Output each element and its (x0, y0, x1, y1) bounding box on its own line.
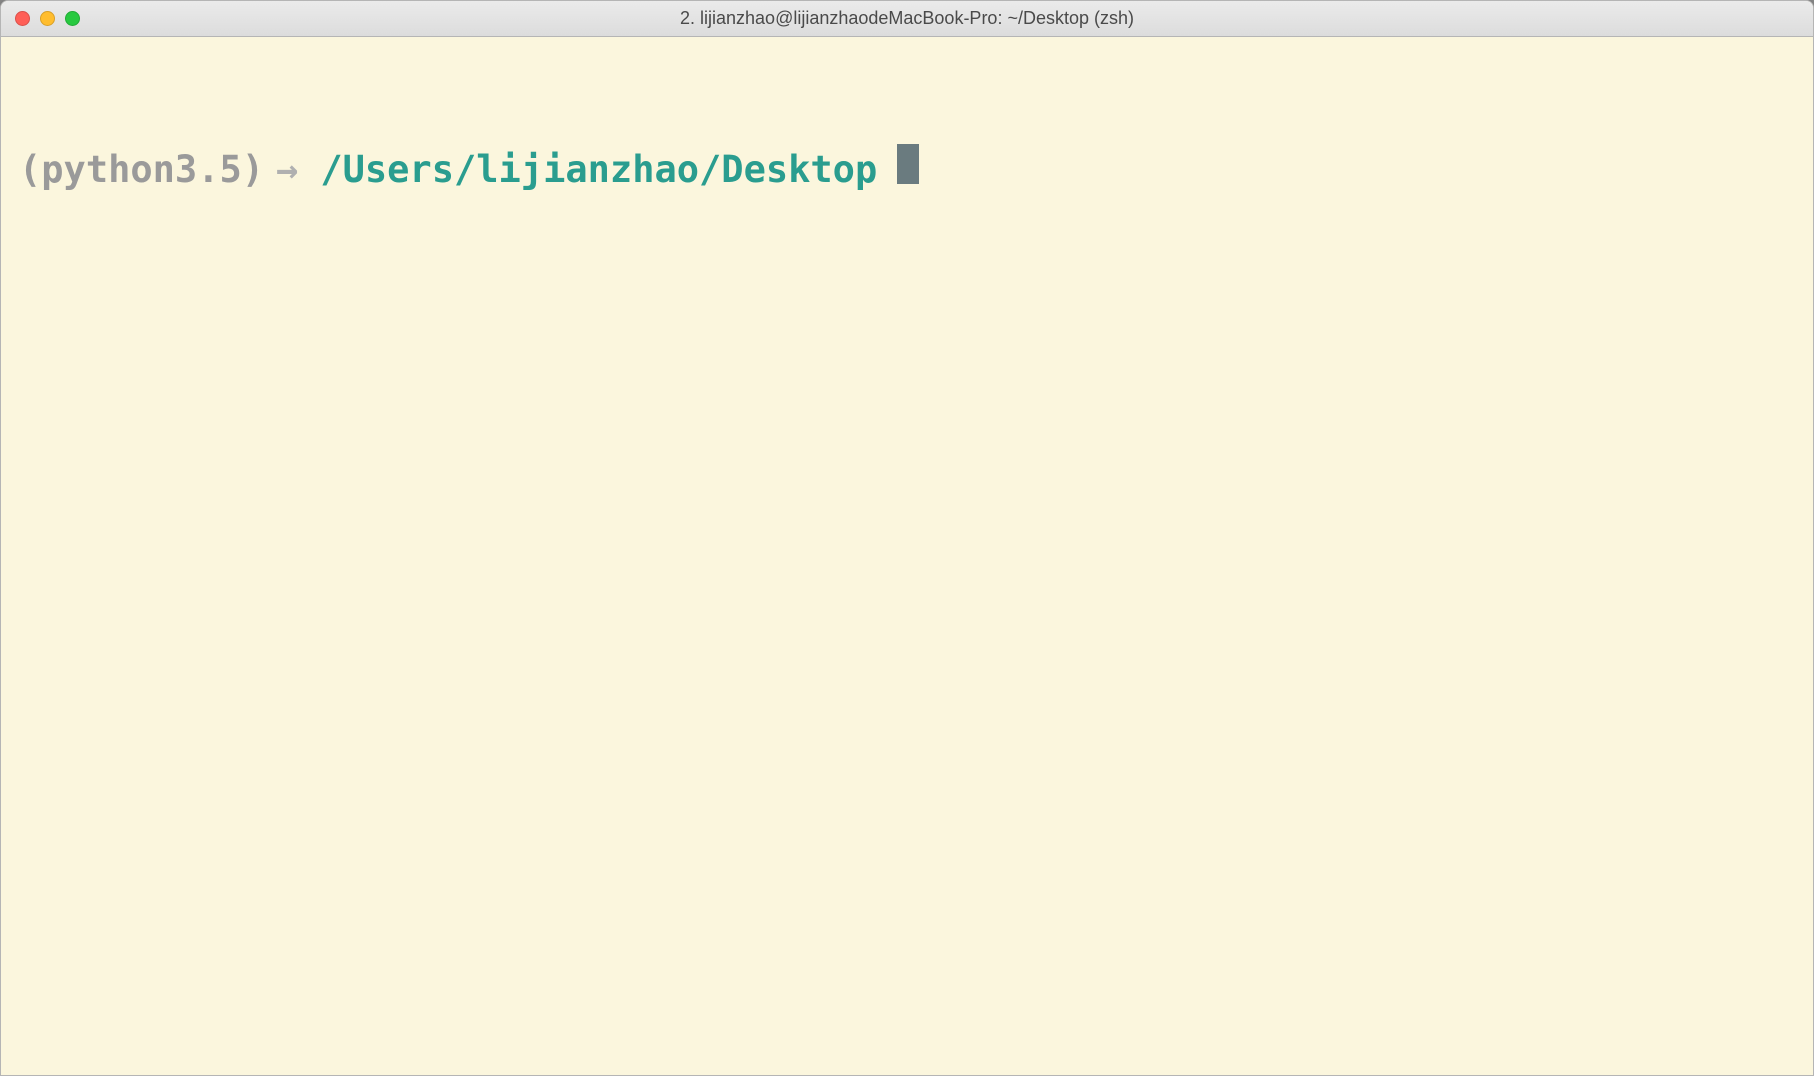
arrow-icon: → (276, 147, 298, 193)
maximize-icon[interactable] (65, 11, 80, 26)
titlebar[interactable]: 2. lijianzhao@lijianzhaodeMacBook-Pro: ~… (1, 1, 1813, 37)
window-title: 2. lijianzhao@lijianzhaodeMacBook-Pro: ~… (680, 8, 1134, 29)
cursor-block (897, 144, 919, 184)
venv-indicator: (python3.5) (19, 147, 264, 193)
close-icon[interactable] (15, 11, 30, 26)
prompt-line: (python3.5) → /Users/lijianzhao/Desktop (19, 142, 1795, 193)
terminal-window: 2. lijianzhao@lijianzhaodeMacBook-Pro: ~… (0, 0, 1814, 1076)
minimize-icon[interactable] (40, 11, 55, 26)
terminal-body[interactable]: (python3.5) → /Users/lijianzhao/Desktop (1, 37, 1813, 1075)
current-directory: /Users/lijianzhao/Desktop (320, 147, 877, 193)
traffic-lights (1, 11, 80, 26)
